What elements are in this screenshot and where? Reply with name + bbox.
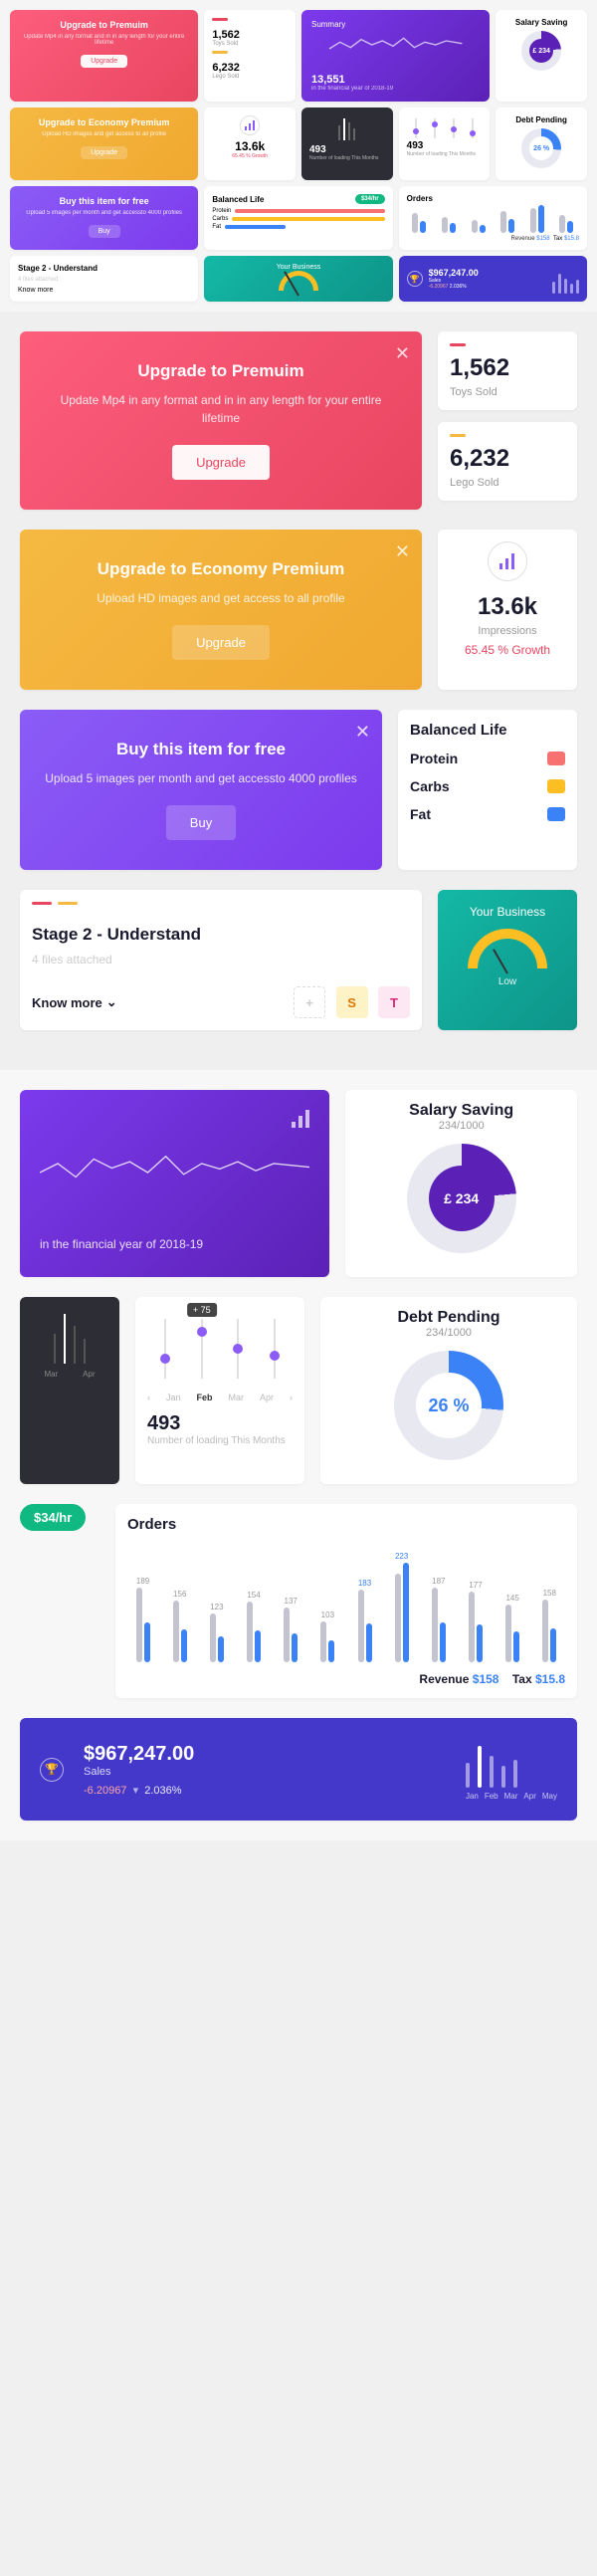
- mini-upgrade-premium: Upgrade to Premuim Update Mp4 in any for…: [10, 10, 198, 102]
- mini-business: Your Business: [204, 256, 392, 302]
- close-icon[interactable]: ✕: [395, 541, 410, 562]
- sparkline-icon: [311, 29, 480, 69]
- s-box[interactable]: S: [336, 986, 368, 1018]
- mini-economy: Upgrade to Economy Premium Upload HD ima…: [10, 107, 198, 180]
- upgrade-button[interactable]: Upgrade: [172, 625, 270, 660]
- buy-button[interactable]: Buy: [166, 805, 236, 840]
- bars-icon: [245, 120, 255, 130]
- mini-summary: Summary 13,551 in the financial year of …: [301, 10, 490, 102]
- upgrade-button[interactable]: Upgrade: [172, 445, 270, 480]
- chevron-down-icon: ⌄: [106, 994, 117, 1010]
- gauge-icon: [468, 929, 547, 968]
- rate-pill: $34/hr: [20, 1504, 86, 1531]
- business-card: Your Business Low: [438, 890, 577, 1030]
- mini-buy-free: Buy this item for free Upload 5 images p…: [10, 186, 198, 250]
- light-493-card: + 75 ‹ Jan Feb Mar Apr › 493 Number of l…: [135, 1297, 304, 1484]
- lego-stat: 6,232 Lego Sold: [438, 422, 577, 501]
- upgrade-premium-card: ✕ Upgrade to Premuim Update Mp4 in any f…: [20, 331, 422, 510]
- orders-chart: 189 156 123 154 137 103 183 223 187 177 …: [127, 1543, 565, 1662]
- mini-debt: Debt Pending 26 %: [496, 107, 587, 180]
- chevron-right-icon[interactable]: ›: [290, 1393, 293, 1402]
- dark-493-card: MarApr: [20, 1297, 119, 1484]
- close-icon[interactable]: ✕: [395, 343, 410, 364]
- salary-saving-card: Salary Saving 234/1000 £ 234: [345, 1090, 577, 1277]
- mini-light-493: 493 Number of loading This Months: [399, 107, 491, 180]
- card-title: Upgrade to Economy Premium: [40, 559, 402, 579]
- sparkline-chart: [40, 1133, 309, 1212]
- mini-upgrade-btn[interactable]: Upgrade: [81, 55, 127, 68]
- bars-icon: [488, 541, 527, 581]
- trophy-icon: 🏆: [40, 1758, 64, 1782]
- orders-card: Orders 189 156 123 154 137 103 183 223 1…: [115, 1504, 577, 1698]
- salary-donut: £ 234: [407, 1144, 516, 1253]
- mini-economy-btn[interactable]: Upgrade: [81, 146, 127, 159]
- impressions-card: 13.6k Impressions 65.45 % Growth: [438, 530, 577, 690]
- mini-sales: 🏆 $967,247.00 Sales -6.20967 2.036%: [399, 256, 587, 302]
- mini-salary: Salary Saving £ 234: [496, 10, 587, 102]
- buy-free-card: ✕ Buy this item for free Upload 5 images…: [20, 710, 382, 870]
- overview-grid: Upgrade to Premuim Update Mp4 in any for…: [0, 0, 597, 312]
- sales-card: 🏆 $967,247.00 Sales -6.20967 ▾ 2.036% Ja…: [20, 1718, 577, 1821]
- summary-large: in the financial year of 2018-19: [20, 1090, 329, 1277]
- t-box[interactable]: T: [378, 986, 410, 1018]
- know-more-link[interactable]: Know more⌄: [32, 994, 117, 1010]
- close-icon[interactable]: ✕: [355, 722, 370, 743]
- stage-card: Stage 2 - Understand 4 files attached Kn…: [20, 890, 422, 1030]
- mini-stage: Stage 2 - Understand 4 files attached Kn…: [10, 256, 198, 302]
- economy-premium-card: ✕ Upgrade to Economy Premium Upload HD i…: [20, 530, 422, 690]
- debt-pending-card: Debt Pending 234/1000 26 %: [320, 1297, 577, 1484]
- add-box[interactable]: +: [294, 986, 325, 1018]
- card-title: Buy this item for free: [40, 740, 362, 759]
- card-title: Upgrade to Premuim: [40, 361, 402, 381]
- bars-icon: [292, 1110, 309, 1128]
- mini-dark-493: 493 Number of loading This Months: [301, 107, 393, 180]
- chevron-left-icon[interactable]: ‹: [147, 1393, 150, 1402]
- mini-orders: Orders Revenue $158 Tax $15.8: [399, 186, 587, 250]
- mini-buy-btn[interactable]: Buy: [89, 225, 120, 238]
- mini-impressions: 13.6k 65.45 % Growth: [204, 107, 296, 180]
- mini-toys: 1,562 Toys Sold 6,232 Lego Sold: [204, 10, 296, 102]
- balanced-life-card: Balanced Life Protein Carbs Fat: [398, 710, 577, 870]
- trophy-icon: 🏆: [407, 271, 423, 287]
- toys-stat: 1,562 Toys Sold: [438, 331, 577, 410]
- mini-balanced: Balanced Life$34/hr Protein Carbs Fat: [204, 186, 392, 250]
- debt-donut: 26 %: [394, 1351, 503, 1460]
